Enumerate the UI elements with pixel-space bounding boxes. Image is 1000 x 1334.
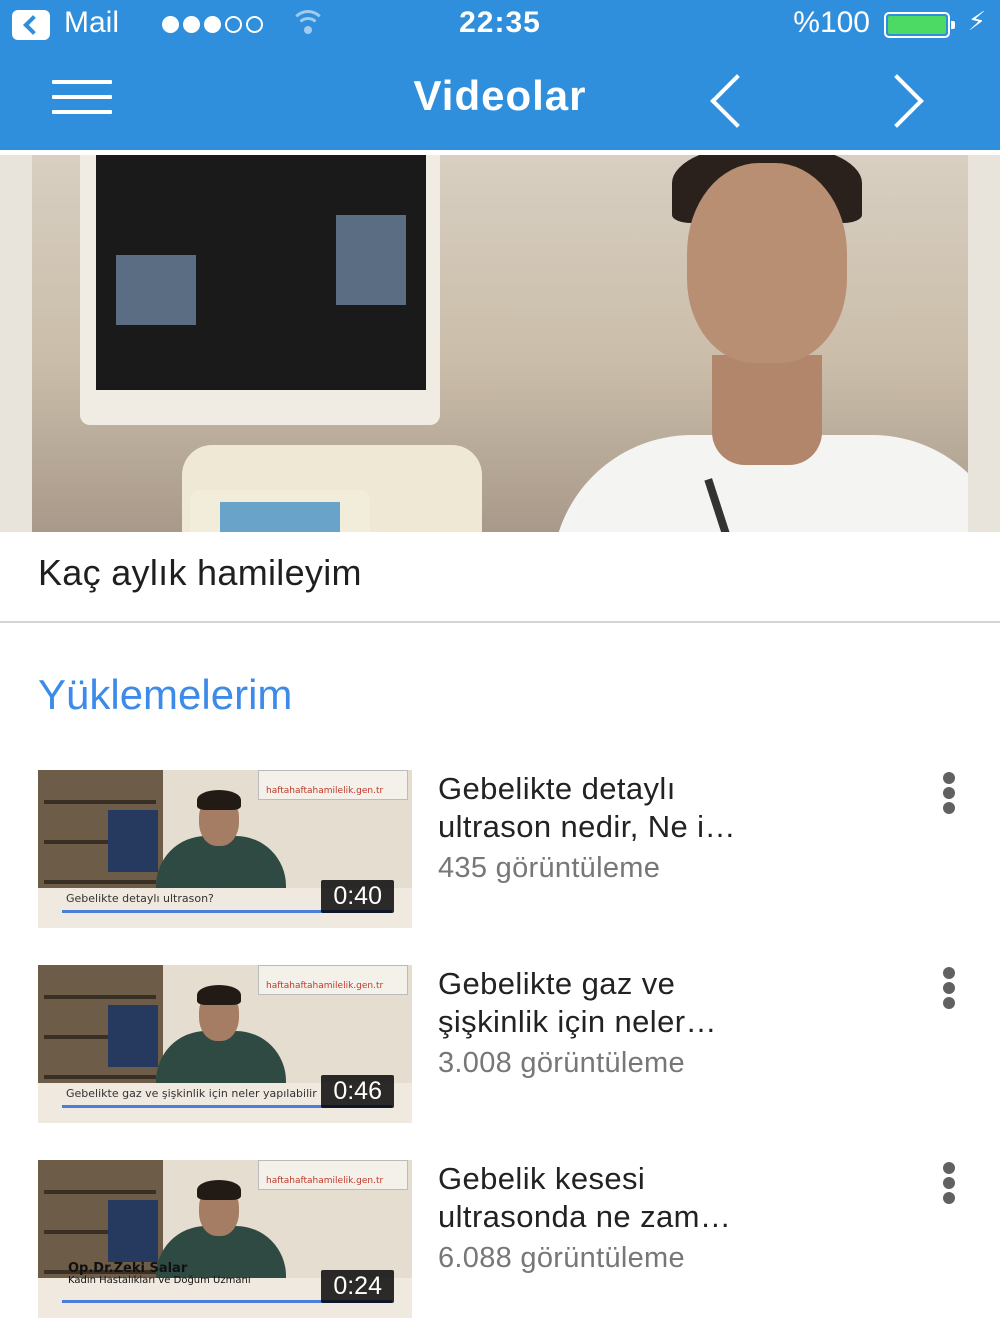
video-views: 6.088 görüntüleme (438, 1242, 685, 1274)
chevron-left-icon[interactable] (706, 74, 756, 124)
thumbnail-watermark: haftahaftahamilelik.gen.tr (266, 786, 384, 796)
video-list-item[interactable]: haftahaftahamilelik.gen.tr Gebelikte det… (0, 770, 1000, 928)
more-options-icon[interactable] (936, 967, 962, 1009)
video-thumbnail[interactable]: haftahaftahamilelik.gen.tr Gebelikte gaz… (38, 965, 412, 1123)
charging-icon: ⚡ (967, 6, 986, 36)
chevron-right-icon[interactable] (878, 74, 928, 124)
featured-video-title[interactable]: Kaç aylık hamileyim (38, 552, 362, 594)
video-list-item[interactable]: haftahaftahamilelik.gen.tr Op.Dr.Zeki Sa… (0, 1160, 1000, 1318)
video-views: 3.008 görüntüleme (438, 1047, 685, 1079)
more-options-icon[interactable] (936, 772, 962, 814)
more-options-icon[interactable] (936, 1162, 962, 1204)
divider (0, 621, 1000, 623)
thumbnail-caption: Gebelikte detaylı ultrason? (66, 892, 214, 905)
top-bar: Mail 22:35 %100 ⚡ Videolar (0, 0, 1000, 150)
video-views: 435 görüntüleme (438, 852, 661, 884)
video-thumbnail[interactable]: haftahaftahamilelik.gen.tr Op.Dr.Zeki Sa… (38, 1160, 412, 1318)
thumbnail-watermark: haftahaftahamilelik.gen.tr (266, 1176, 384, 1186)
page-title: Videolar (413, 72, 587, 119)
video-duration: 0:46 (321, 1075, 394, 1108)
thumbnail-caption: Gebelikte gaz ve şişkinlik için neler ya… (66, 1087, 317, 1100)
video-title[interactable]: Gebelikte gaz ve şişkinlik için neler… (438, 965, 898, 1041)
video-title[interactable]: Gebelik kesesi ultrasonda ne zam… (438, 1160, 898, 1236)
thumbnail-watermark: haftahaftahamilelik.gen.tr (266, 981, 384, 991)
battery-percent: %100 (793, 6, 870, 39)
video-list-item[interactable]: haftahaftahamilelik.gen.tr Gebelikte gaz… (0, 965, 1000, 1123)
navigation-bar: Videolar (0, 48, 1000, 150)
video-duration: 0:40 (321, 880, 394, 913)
video-duration: 0:24 (321, 1270, 394, 1303)
section-title: Yüklemelerim (38, 671, 293, 718)
video-thumbnail[interactable]: haftahaftahamilelik.gen.tr Gebelikte det… (38, 770, 412, 928)
status-bar: Mail 22:35 %100 ⚡ (0, 0, 1000, 48)
thumbnail-caption: Op.Dr.Zeki Salar Kadın Hastalıkları ve D… (68, 1261, 251, 1286)
featured-video-thumbnail[interactable] (0, 155, 1000, 532)
video-title[interactable]: Gebelikte detaylı ultrason nedir, Ne i… (438, 770, 898, 846)
battery-icon (884, 12, 955, 38)
